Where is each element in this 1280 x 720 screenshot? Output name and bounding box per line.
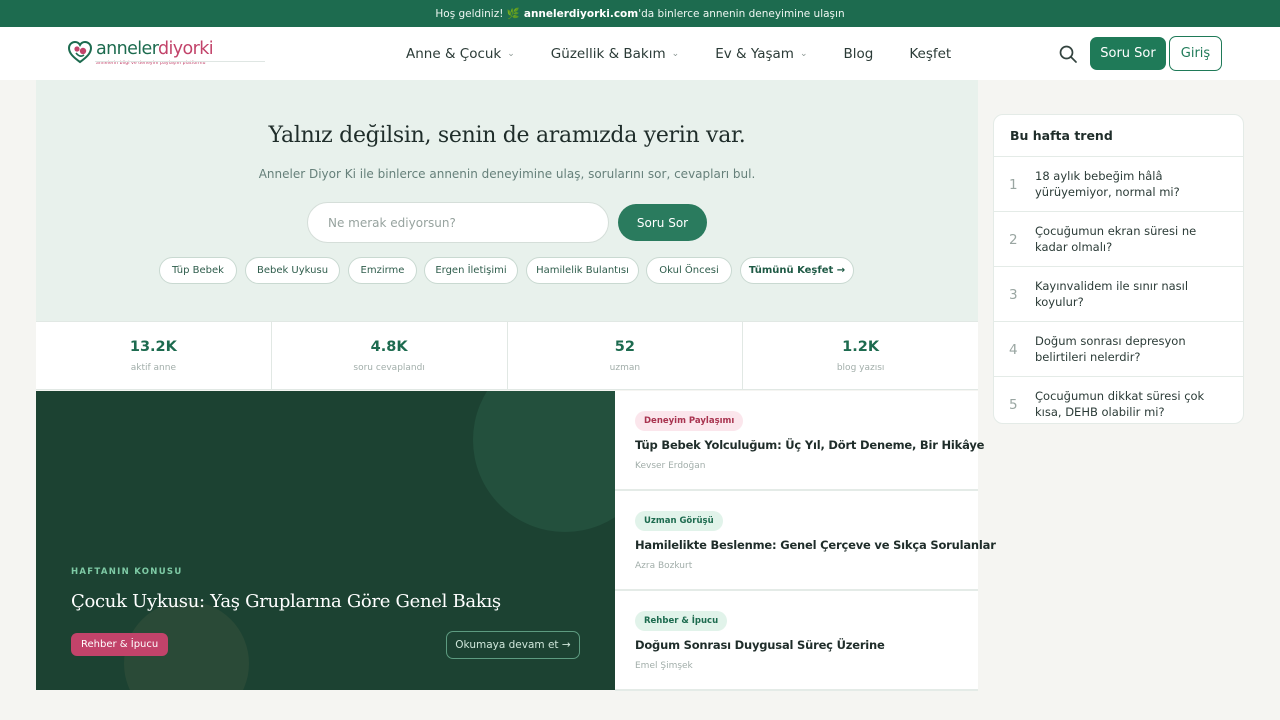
trending-question[interactable]: Çocuğumun dikkat süresi çok kısa, DEHB o… — [1035, 377, 1229, 423]
hero-subtitle: Anneler Diyor Ki ile binlerce annenin de… — [258, 167, 756, 181]
nav-item-anne-cocuk[interactable]: Anne & Çocuk ⌄ — [406, 46, 515, 62]
tag-bebek-uykusu[interactable]: Bebek Uykusu — [245, 257, 340, 284]
chevron-down-icon: ⌄ — [799, 48, 808, 59]
trending-title: Bu hafta trend — [994, 115, 1243, 157]
article-title[interactable]: Doğum Sonrası Duygusal Süreç Üzerine — [635, 638, 885, 652]
nav-label: Anne & Çocuk — [406, 45, 502, 62]
tag-emzirme[interactable]: Emzirme — [348, 257, 417, 284]
hero-title: Yalnız değilsin, senin de aramızda yerin… — [268, 123, 746, 148]
stat-label: aktif anne — [130, 363, 176, 373]
trending-item[interactable]: 4 Doğum sonrası depresyon belirtileri nel… — [994, 322, 1243, 377]
article-author: Emel Şimşek — [635, 661, 693, 671]
stat-value: 4.8K — [370, 339, 408, 355]
stat-label: soru cevaplandı — [353, 363, 425, 373]
logo-part-2: diyorki — [158, 39, 214, 59]
nav-label: Güzellik & Bakım — [550, 45, 666, 62]
tag-okul-oncesi[interactable]: Okul Öncesi — [646, 257, 732, 284]
stat-answered-questions: 4.8K soru cevaplandı — [272, 322, 508, 389]
trending-item[interactable]: 1 18 aylık bebeğim hâlâ yürüyemiyor, norm… — [994, 157, 1243, 212]
nav-item-blog[interactable]: Blog — [843, 46, 873, 62]
trending-rank: 1 — [1009, 176, 1018, 193]
chevron-down-icon: ⌄ — [671, 48, 680, 59]
trending-item[interactable]: 3 Kayınvalidem ile sınır nasıl koyulur? — [994, 267, 1243, 322]
trending-rank: 4 — [1009, 341, 1018, 358]
article-list: Deneyim Paylaşımı Tüp Bebek Yolculuğum: … — [615, 391, 996, 692]
article-card[interactable]: Uzman Görüşü Hamilelikte Beslenme: Genel… — [615, 491, 996, 591]
trending-rank: 5 — [1009, 396, 1018, 413]
article-category-badge: Uzman Görüşü — [635, 511, 723, 531]
logo-part-1: anneler — [96, 39, 159, 59]
trending-question[interactable]: Çocuğumun ekran süresi ne kadar olmalı? — [1035, 212, 1229, 267]
nav-item-ev-yasam[interactable]: Ev & Yaşam ⌄ — [715, 46, 807, 62]
trending-item[interactable]: 2 Çocuğumun ekran süresi ne kadar olmalı? — [994, 212, 1243, 267]
article-author: Kevser Erdoğan — [635, 461, 706, 471]
article-category-badge: Rehber & İpucu — [635, 611, 728, 631]
heart-logo-icon — [67, 40, 93, 64]
article-card[interactable]: Rehber & İpucu Doğum Sonrası Duygusal Sü… — [615, 591, 978, 691]
trending-question[interactable]: Doğum sonrası depresyon belirtileri nele… — [1035, 322, 1229, 377]
logo-wordmark: annelerdiyorki — [96, 39, 214, 59]
announcement-post: 'da binlerce annenin deneyimine ulaşın — [638, 7, 845, 20]
featured-category-badge: Rehber & İpucu — [71, 633, 169, 656]
nav-item-kesfet[interactable]: Keşfet — [909, 46, 951, 62]
article-title[interactable]: Hamilelikte Beslenme: Genel Çerçeve ve S… — [635, 538, 996, 552]
hero-search-input[interactable]: Ne merak ediyorsun? — [307, 202, 609, 243]
nav-item-guzellik-bakim[interactable]: Güzellik & Bakım ⌄ — [551, 46, 679, 62]
tag-hamilelik-bulantisi[interactable]: Hamilelik Bulantısı — [526, 257, 639, 284]
read-more-button[interactable]: Okumaya devam et → — [446, 631, 580, 659]
stat-label: uzman — [609, 363, 641, 373]
hero-ask-question-button[interactable]: Soru Sor — [618, 204, 707, 241]
featured-kicker: HAFTANIN KONUSU — [71, 567, 183, 577]
trending-item[interactable]: 5 Çocuğumun dikkat süresi çok kısa, DEHB … — [994, 377, 1243, 423]
trending-panel: Bu hafta trend 1 18 aylık bebeğim hâlâ yü… — [993, 114, 1244, 424]
nav-label: Ev & Yaşam — [715, 45, 794, 62]
search-icon[interactable] — [1058, 44, 1078, 64]
main-nav: Anne & Çocuk ⌄ Güzellik & Bakım ⌄ Ev & Yaş… — [406, 27, 987, 80]
trending-question[interactable]: 18 aylık bebeğim hâlâ yürüyemiyor, norma… — [1035, 157, 1229, 212]
chevron-down-icon: ⌄ — [507, 48, 515, 59]
article-card[interactable]: Deneyim Paylaşımı Tüp Bebek Yolculuğum: … — [615, 391, 984, 491]
announcement-pre: Hoş geldiniz! 🌿 — [435, 8, 520, 20]
stat-value: 52 — [614, 339, 635, 355]
stat-blog-posts: 1.2K blog yazısı — [743, 322, 978, 389]
site-header: annelerdiyorki annelerin bilgi ve deneyi… — [0, 27, 1280, 80]
decorative-circle — [473, 391, 615, 532]
trending-question[interactable]: Kayınvalidem ile sınır nasıl koyulur? — [1035, 267, 1229, 322]
stat-label: blog yazısı — [836, 363, 885, 373]
trending-rank: 2 — [1009, 231, 1018, 248]
article-title[interactable]: Tüp Bebek Yolculuğum: Üç Yıl, Dört Denem… — [635, 438, 984, 452]
article-category-badge: Deneyim Paylaşımı — [635, 411, 744, 431]
stat-active-mothers: 13.2K aktif anne — [36, 322, 272, 389]
announcement-bar: Hoş geldiniz! 🌿 annelerdiyorki.com'da bi… — [0, 0, 1280, 27]
stat-value: 13.2K — [129, 339, 177, 355]
hero-section: Yalnız değilsin, senin de aramızda yerin… — [36, 80, 978, 321]
tag-tup-bebek[interactable]: Tüp Bebek — [159, 257, 237, 284]
tag-ergen-iletisimi[interactable]: Ergen İletişimi — [424, 257, 518, 284]
featured-title[interactable]: Çocuk Uykusu: Yaş Gruplarına Göre Genel … — [71, 591, 501, 612]
featured-topic-card[interactable]: HAFTANIN KONUSU Çocuk Uykusu: Yaş Grupla… — [36, 391, 615, 690]
login-button[interactable]: Giriş — [1169, 36, 1222, 71]
trending-rank: 3 — [1009, 286, 1018, 303]
nav-label: Blog — [843, 45, 874, 62]
article-author: Azra Bozkurt — [635, 561, 693, 571]
nav-label: Keşfet — [909, 45, 952, 62]
stats-bar: 13.2K aktif anne 4.8K soru cevaplandı 52 uz… — [36, 321, 978, 390]
explore-all-tags-link[interactable]: Tümünü Keşfet → — [740, 257, 854, 284]
header-ask-question-button[interactable]: Soru Sor — [1090, 37, 1166, 70]
announcement-brand[interactable]: annelerdiyorki.com — [524, 8, 638, 20]
stat-experts: 52 uzman — [508, 322, 744, 389]
logo-underline — [95, 61, 265, 62]
stat-value: 1.2K — [842, 339, 880, 355]
